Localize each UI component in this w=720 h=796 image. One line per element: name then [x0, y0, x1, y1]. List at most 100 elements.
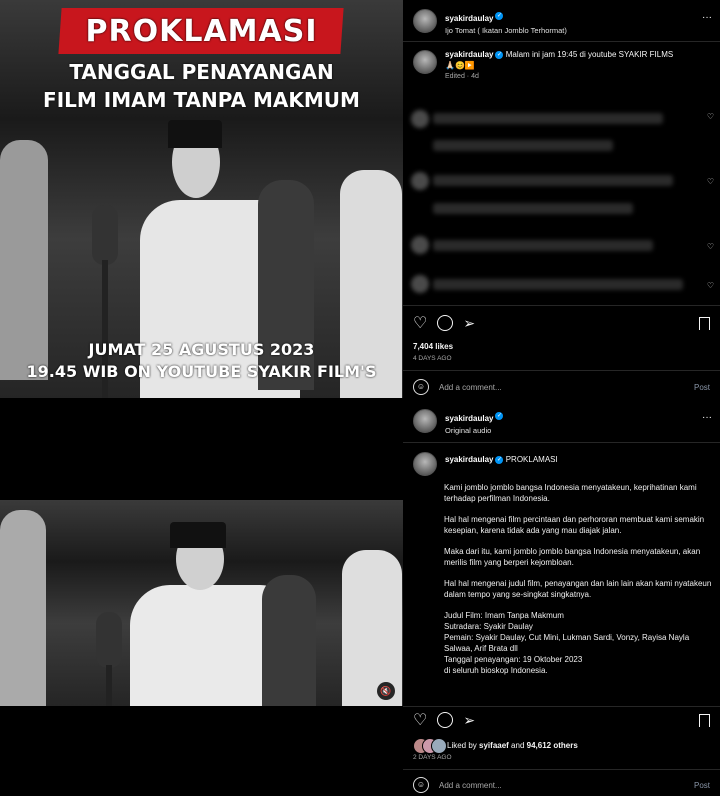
add-comment-row: ☺ Add a comment... Post — [413, 777, 710, 793]
like-comment-icon[interactable]: ♡ — [707, 242, 714, 251]
caption-detail: Tanggal penayangan: 19 Oktober 2023 — [444, 655, 583, 664]
poster-line1: TANGGAL PENAYANGAN — [69, 60, 334, 84]
photo-microphone — [92, 205, 118, 265]
post-2-media[interactable]: 🔇 — [0, 400, 403, 796]
avatar[interactable] — [413, 50, 437, 74]
post-1-sidebar: syakirdaulay ✓ Ijo Tomat ( Ikatan Jomblo … — [403, 0, 720, 398]
liked-by-prefix: Liked by — [447, 740, 480, 750]
audio-subtitle[interactable]: Ijo Tomat ( Ikatan Jomblo Terhormat) — [445, 26, 567, 35]
post-1: PROKLAMASI TANGGAL PENAYANGAN FILM IMAM … — [0, 0, 720, 398]
caption-body: Kami jomblo jomblo bangsa Indonesia meny… — [444, 482, 714, 676]
photo-figure-mid — [262, 575, 316, 706]
poster-date: JUMAT 25 AGUSTUS 2023 — [88, 340, 315, 359]
username[interactable]: syakirdaulay — [445, 14, 493, 23]
caption-username[interactable]: syakirdaulay — [445, 455, 493, 464]
avatar[interactable] — [413, 452, 437, 476]
avatar[interactable] — [413, 409, 437, 433]
verified-icon: ✓ — [495, 12, 504, 21]
avatar[interactable] — [413, 9, 437, 33]
comment-blur — [433, 175, 673, 186]
caption-emojis: 🙏🏻😊▶️ — [445, 61, 475, 70]
post-2-sidebar: syakirdaulay ✓ Original audio ··· syakird… — [403, 400, 720, 796]
poster-time: 19.45 WIB ON YOUTUBE SYAKIR FILM'S — [26, 362, 377, 381]
liked-by-others[interactable]: 94,612 others — [527, 741, 578, 750]
header-divider — [403, 442, 720, 443]
actions-divider — [403, 305, 720, 306]
caption-detail: Pemain: Syakir Daulay, Cut Mini, Lukman … — [444, 633, 690, 653]
bookmark-icon[interactable] — [699, 713, 710, 727]
comment-box-divider — [403, 769, 720, 770]
post-2: 🔇 syakirdaulay ✓ Original audio ··· syaki… — [0, 400, 720, 796]
caption-paragraph: Kami jomblo jomblo bangsa Indonesia meny… — [444, 483, 697, 503]
verified-icon: ✓ — [495, 412, 504, 421]
add-comment-input[interactable]: Add a comment... — [439, 383, 694, 392]
add-comment-input[interactable]: Add a comment... — [439, 781, 694, 790]
like-comment-icon[interactable]: ♡ — [707, 281, 714, 290]
post-comment-button[interactable]: Post — [694, 383, 710, 392]
poster-banner-text: PROKLAMASI — [85, 14, 318, 49]
photo-hat-speaker — [168, 120, 222, 148]
more-options-button[interactable]: ··· — [702, 12, 712, 23]
liked-by-and: and — [508, 740, 527, 750]
caption-meta: Edited · 4d — [445, 73, 479, 80]
caption-username[interactable]: syakirdaulay — [445, 50, 493, 59]
post-1-media[interactable]: PROKLAMASI TANGGAL PENAYANGAN FILM IMAM … — [0, 0, 403, 398]
comment-avatar — [411, 275, 429, 293]
comment-box-divider — [403, 370, 720, 371]
caption-row: syakirdaulay ✓ Malam ini jam 19:45 di you… — [413, 50, 720, 80]
audio-subtitle[interactable]: Original audio — [445, 426, 503, 435]
caption-paragraph: Hal hal mengenai film percintaan dan per… — [444, 515, 705, 535]
post-header: syakirdaulay ✓ Original audio — [413, 408, 720, 435]
liked-by-row: Liked by syifaaef and 94,612 others — [413, 738, 720, 754]
action-bar: ♡ ➢ — [413, 314, 710, 332]
emoji-icon[interactable]: ☺ — [413, 777, 429, 793]
comment-avatar — [411, 110, 429, 128]
photo-microphone — [96, 612, 122, 668]
post-header: syakirdaulay ✓ Ijo Tomat ( Ikatan Jomblo … — [413, 8, 720, 35]
photo-figure-right — [342, 550, 402, 706]
post-2-video: 🔇 — [0, 500, 403, 706]
comment-blur — [433, 279, 683, 290]
comment-icon[interactable] — [437, 315, 454, 331]
liked-by-user[interactable]: syifaaef — [479, 741, 509, 750]
more-options-button[interactable]: ··· — [702, 412, 712, 423]
caption-detail: Judul Film: Imam Tanpa Makmum — [444, 611, 564, 620]
add-comment-row: ☺ Add a comment... Post — [413, 378, 710, 396]
bookmark-icon[interactable] — [699, 316, 710, 330]
comment-blur — [433, 240, 653, 251]
emoji-icon[interactable]: ☺ — [413, 379, 429, 395]
actions-divider — [403, 706, 720, 707]
post-comment-button[interactable]: Post — [694, 781, 710, 790]
liked-by-avatars[interactable] — [413, 738, 447, 754]
action-bar: ♡ ➢ — [413, 711, 710, 729]
photo-mic-stand — [106, 665, 112, 706]
caption-paragraph: Maka dari itu, kami jomblo jomblo bangsa… — [444, 547, 701, 567]
share-icon[interactable]: ➢ — [463, 712, 475, 729]
post-time[interactable]: 4 DAYS AGO — [413, 355, 452, 362]
comment-blur — [433, 113, 663, 124]
caption-text: Malam ini jam 19:45 di youtube SYAKIR FI… — [505, 50, 674, 59]
comment-avatar — [411, 172, 429, 190]
caption-paragraph: Hal hal mengenai judul film, penayangan … — [444, 579, 712, 599]
likes-count[interactable]: 7,404 likes — [413, 342, 453, 351]
comment-blur — [433, 203, 633, 214]
mute-icon[interactable]: 🔇 — [377, 682, 395, 700]
comment-avatar — [411, 236, 429, 254]
like-comment-icon[interactable]: ♡ — [707, 112, 714, 121]
heart-icon[interactable]: ♡ — [413, 710, 427, 730]
caption-title: PROKLAMASI — [505, 455, 558, 464]
photo-figure-left — [0, 510, 46, 706]
heart-icon[interactable]: ♡ — [413, 313, 427, 333]
comment-icon[interactable] — [437, 712, 454, 728]
verified-icon: ✓ — [495, 455, 504, 464]
like-comment-icon[interactable]: ♡ — [707, 177, 714, 186]
poster-line2: FILM IMAM TANPA MAKMUM — [43, 88, 360, 112]
post-time[interactable]: 2 DAYS AGO — [413, 754, 452, 761]
avatar — [431, 738, 447, 754]
comment-blur — [433, 140, 613, 151]
header-divider — [403, 41, 720, 42]
caption-detail: Sutradara: Syakir Daulay — [444, 622, 533, 631]
username[interactable]: syakirdaulay — [445, 414, 493, 423]
caption-row: syakirdaulay ✓ PROKLAMASI — [413, 452, 720, 476]
share-icon[interactable]: ➢ — [463, 315, 475, 332]
